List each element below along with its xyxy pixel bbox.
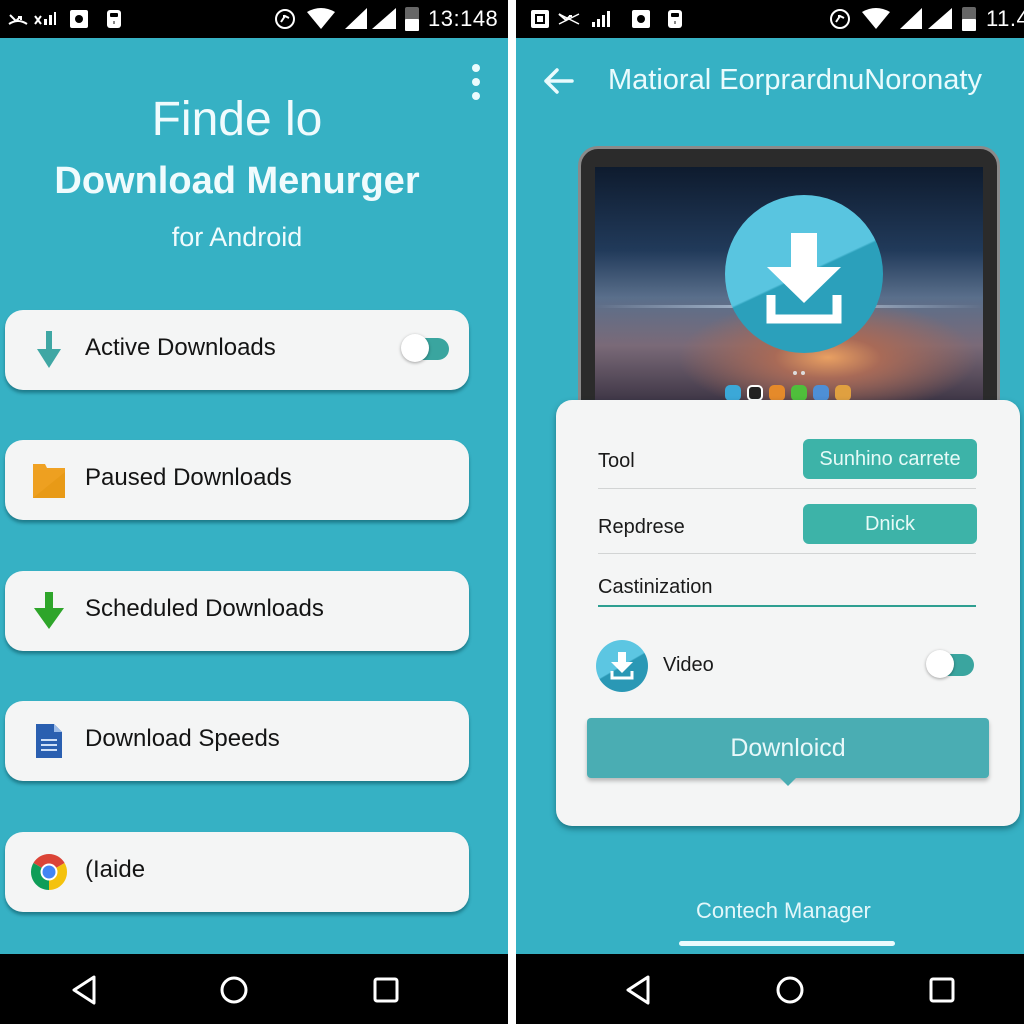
download-icon — [725, 195, 883, 353]
green-arrow-down-icon — [29, 591, 69, 631]
wifi-icon — [306, 8, 336, 29]
battery-icon — [405, 7, 419, 31]
menu-item-download-speeds[interactable]: Download Speeds — [5, 701, 469, 781]
back-icon[interactable] — [620, 972, 656, 1008]
laptop-hero-image — [578, 146, 1000, 408]
status-bar: 13:148 — [0, 0, 508, 38]
repdrese-option-button[interactable]: Dnick — [803, 504, 977, 544]
menu-item-label: Active Downloads — [85, 334, 276, 361]
hero-title-line2: Download Menurger — [54, 160, 420, 202]
missed-call-icon — [558, 9, 580, 29]
menu-item-scheduled-downloads[interactable]: Scheduled Downloads — [5, 571, 469, 651]
gallery-notification-icon — [68, 9, 90, 29]
tab-indicator — [679, 941, 895, 946]
menu-item-label: (Iaide — [85, 856, 146, 883]
screen-divider — [508, 0, 516, 1024]
toolbar-title: Matioral EorprardnuNoronaty — [608, 64, 982, 96]
download-button[interactable]: Downloicd — [587, 718, 989, 786]
download-button-label: Downloicd — [730, 733, 846, 762]
download-options-dialog: Tool Sunhino carrete Repdrese Dnick Cast… — [556, 400, 1020, 826]
battery-icon — [962, 7, 976, 31]
back-icon[interactable] — [66, 972, 102, 1008]
status-time: 13:148 — [428, 6, 499, 31]
navigation-bar — [0, 954, 508, 1024]
navigation-bar — [516, 954, 1024, 1024]
hero-subtitle: for Android — [171, 222, 303, 252]
laptop-screen — [595, 167, 983, 405]
signal-icon — [900, 8, 924, 29]
no-signal-icon — [34, 9, 56, 29]
gallery-notification-icon — [530, 9, 550, 29]
bottom-tab-contech-manager[interactable]: Contech Manager — [696, 898, 871, 924]
divider — [598, 488, 976, 489]
menu-item-label: Download Speeds — [85, 725, 280, 752]
left-phone-screen: 13:148 Finde lo Download Menurger for An… — [0, 0, 508, 1024]
gallery-notification-icon — [630, 9, 652, 29]
signal-icon — [345, 8, 369, 29]
recents-icon[interactable] — [924, 972, 960, 1008]
status-bar: 11.4 — [516, 0, 1024, 38]
menu-item-active-downloads[interactable]: Active Downloads — [5, 310, 469, 390]
wifi-icon — [861, 8, 891, 29]
customization-field-underline — [598, 605, 976, 607]
sim-card-icon — [666, 9, 684, 29]
signal-icon — [928, 8, 954, 29]
hero-title-line1: Finde lo — [151, 93, 323, 146]
arrow-back-icon[interactable] — [542, 64, 576, 98]
app-dock — [725, 383, 875, 401]
folder-icon — [29, 460, 69, 500]
page-indicator-dots — [793, 371, 807, 375]
signal-icon — [372, 8, 398, 29]
tool-option-button[interactable]: Sunhino carrete — [803, 439, 977, 479]
home-icon[interactable] — [216, 972, 252, 1008]
download-circle-icon — [596, 640, 648, 692]
repdrese-label: Repdrese — [598, 516, 685, 538]
status-time: 11.4 — [986, 6, 1024, 31]
missed-call-icon — [8, 9, 28, 29]
menu-item-paused-downloads[interactable]: Paused Downloads — [5, 440, 469, 520]
video-toggle[interactable] — [926, 650, 976, 678]
divider — [598, 553, 976, 554]
tool-label: Tool — [598, 450, 635, 472]
home-icon[interactable] — [772, 972, 808, 1008]
menu-item-label: Scheduled Downloads — [85, 595, 324, 622]
signal-bars-icon — [592, 9, 612, 29]
customization-field[interactable]: Castinization — [598, 576, 713, 599]
menu-item-chrome[interactable]: (Iaide — [5, 832, 469, 912]
active-downloads-toggle[interactable] — [401, 334, 451, 362]
teal-arrow-down-icon — [29, 330, 69, 370]
sync-icon — [273, 9, 297, 29]
sync-icon — [828, 9, 852, 29]
recents-icon[interactable] — [368, 972, 404, 1008]
chrome-icon — [29, 852, 69, 892]
menu-item-label: Paused Downloads — [85, 464, 292, 491]
document-icon — [29, 721, 69, 761]
sim-card-icon — [105, 9, 123, 29]
right-phone-screen: 11.4 Matioral EorprardnuNoronaty Tool Su… — [516, 0, 1024, 1024]
video-label: Video — [663, 654, 714, 676]
